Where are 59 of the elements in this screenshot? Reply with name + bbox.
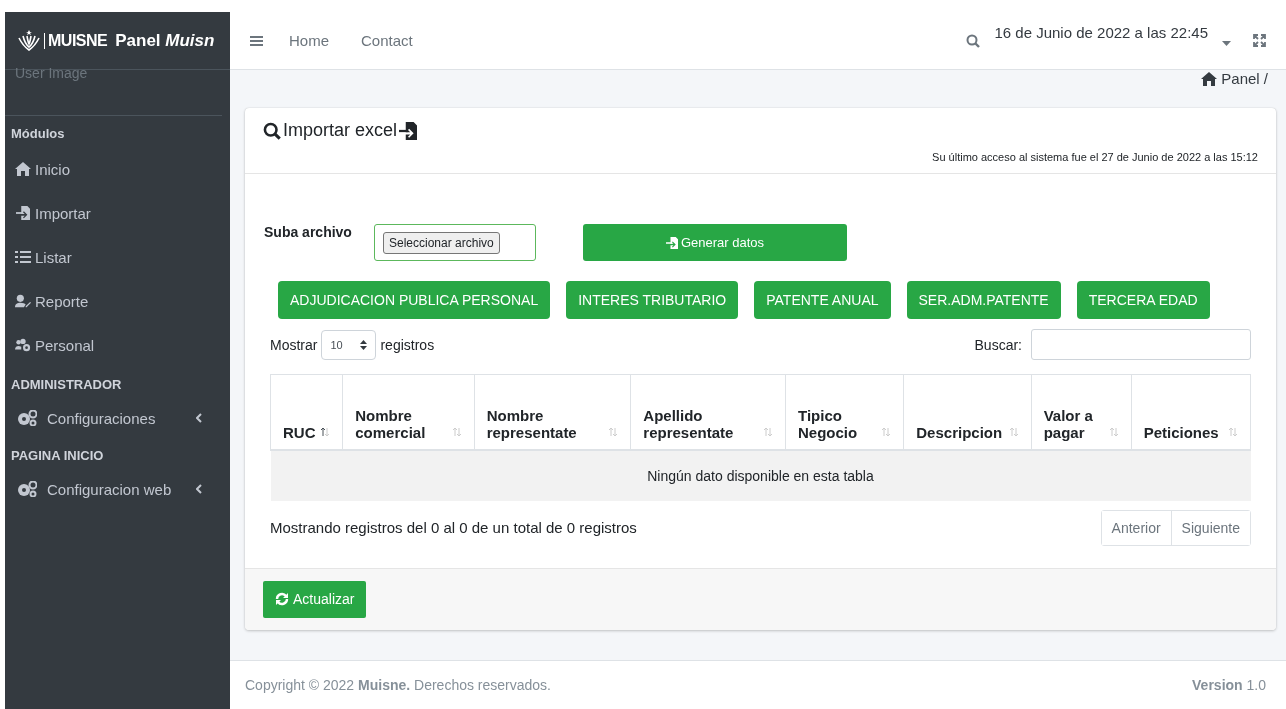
logo-icon: [17, 29, 41, 52]
menu-icon[interactable]: [250, 34, 263, 47]
column-header[interactable]: Apellido representate: [630, 374, 786, 450]
sidebar-item[interactable]: Listar: [5, 235, 230, 279]
sidebar-section-header: PAGINA INICIO: [10, 447, 105, 465]
file-input[interactable]: Seleccionar archivo: [374, 224, 536, 261]
column-header[interactable]: Peticiones: [1131, 374, 1251, 450]
column-header[interactable]: Nombre representate: [474, 374, 631, 450]
home-icon: [1201, 72, 1218, 86]
date-time: 16 de Junio de 2022 a las 22:45: [994, 24, 1208, 41]
column-header[interactable]: Tipico Negocio: [785, 374, 904, 450]
chevron-left-icon: [196, 413, 202, 423]
list-icon: [15, 250, 31, 264]
sort-arrows-icon: [360, 339, 368, 350]
empty-table-message: Ningún dato disponible en esta tabla: [270, 449, 1251, 501]
sidebar-item[interactable]: Reporte: [5, 279, 230, 323]
show-label: registros: [380, 336, 435, 353]
search-label: Buscar:: [974, 336, 1022, 353]
table-info: Mostrando registros del 0 al 0 de un total de 0 registros: [270, 519, 637, 536]
upload-label: Suba archivo: [264, 224, 353, 240]
gears-icon: [17, 410, 37, 426]
last-access-text: Su último acceso al sistema fue el 27 de Junio de 2022 a las 15:12: [932, 151, 1258, 163]
column-header[interactable]: Nombre comercial: [342, 374, 475, 450]
logo-text: MUISNE: [48, 32, 108, 49]
sidebar-item[interactable]: Configuraciones: [5, 398, 230, 438]
user-image-alt-text: User Image: [15, 66, 88, 80]
sidebar-item[interactable]: Inicio: [5, 147, 230, 191]
sidebar-section-header: ADMINISTRADOR: [10, 376, 123, 394]
copyright-text: Copyright © 2022 Muisne. Derechos reservados.: [245, 677, 551, 693]
file-import-icon: [665, 236, 678, 249]
version-label: Version: [1192, 677, 1243, 693]
search-field[interactable]: [1031, 329, 1251, 360]
caret-down-icon[interactable]: [1222, 41, 1231, 46]
search-icon[interactable]: [966, 33, 981, 48]
sidebar-item[interactable]: Configuracion web: [5, 469, 230, 509]
brand-title[interactable]: Panel Muisn: [115, 30, 215, 51]
users-gear-icon: [15, 338, 31, 352]
nav-link[interactable]: Home: [273, 32, 345, 49]
sidebar-item[interactable]: Personal: [5, 323, 230, 367]
gears-icon: [17, 481, 37, 497]
version-number: 1.0: [1246, 677, 1266, 693]
chevron-left-icon: [196, 484, 202, 494]
nav-link[interactable]: Contact: [345, 32, 429, 49]
user-edit-icon: [15, 294, 31, 308]
refresh-icon: [275, 592, 289, 606]
page-size-select[interactable]: 10: [321, 329, 377, 360]
search-icon: [263, 121, 281, 140]
column-header[interactable]: RUC: [270, 374, 343, 450]
home-icon: [15, 162, 31, 176]
sidebar-section-header: Módulos: [10, 125, 66, 143]
show-label: Mostrar: [270, 336, 318, 353]
column-header[interactable]: Valor a pagar: [1031, 374, 1132, 450]
file-import-icon: [399, 121, 418, 140]
fullscreen-icon[interactable]: [1253, 34, 1266, 47]
breadcrumb-item[interactable]: Panel /: [1221, 70, 1268, 88]
column-header[interactable]: Descripcion: [903, 374, 1032, 450]
card-title: Importar excel: [283, 120, 398, 141]
file-import-icon: [15, 206, 31, 220]
sidebar-item[interactable]: Importar: [5, 191, 230, 235]
